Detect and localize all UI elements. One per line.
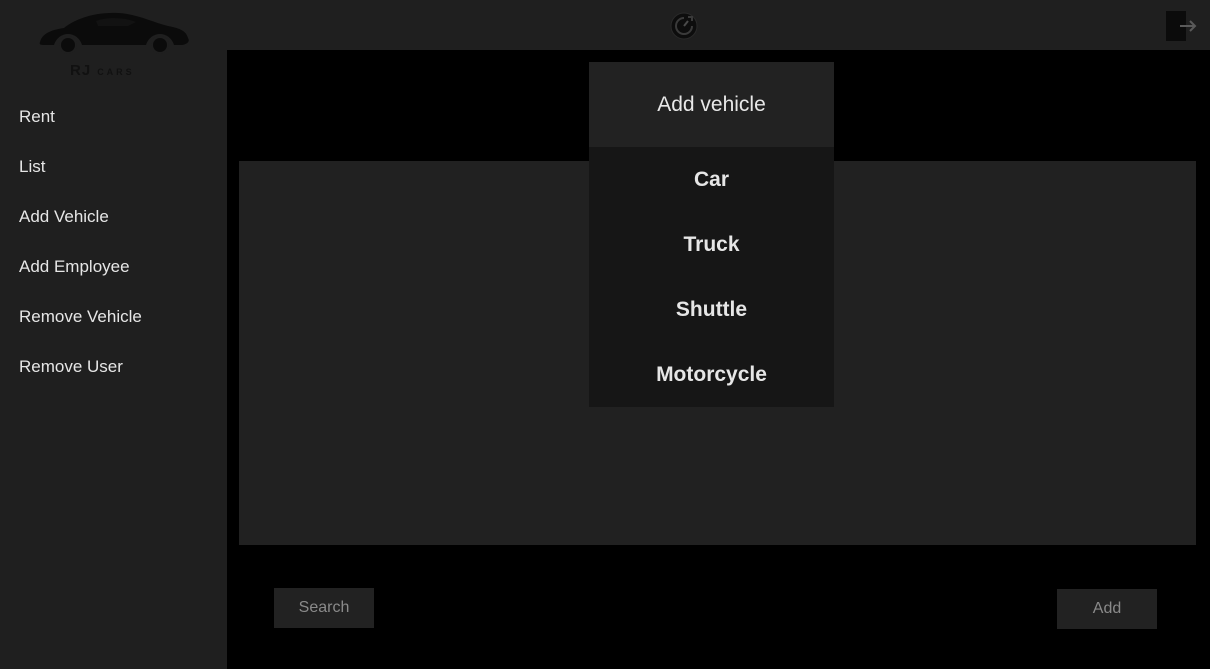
add-vehicle-dropdown: Add vehicle Car Truck Shuttle Motorcycle bbox=[589, 62, 834, 407]
timer-icon[interactable] bbox=[670, 12, 698, 40]
brand-title: RJ bbox=[70, 62, 92, 79]
search-button[interactable]: Search bbox=[274, 588, 374, 628]
sidebar-item-list[interactable]: List bbox=[19, 157, 142, 207]
dropdown-item-truck[interactable]: Truck bbox=[589, 212, 834, 277]
brand-name: RJ CARS bbox=[70, 62, 135, 79]
brand-subtitle: CARS bbox=[97, 67, 135, 77]
sidebar: RJ CARS Rent List Add Vehicle Add Employe… bbox=[0, 0, 227, 669]
car-silhouette-icon bbox=[39, 12, 189, 54]
dropdown-item-shuttle[interactable]: Shuttle bbox=[589, 277, 834, 342]
sidebar-item-add-vehicle[interactable]: Add Vehicle bbox=[19, 207, 142, 257]
dropdown-title[interactable]: Add vehicle bbox=[589, 62, 834, 147]
sidebar-item-remove-vehicle[interactable]: Remove Vehicle bbox=[19, 307, 142, 357]
sidebar-nav: Rent List Add Vehicle Add Employee Remov… bbox=[19, 107, 142, 407]
sidebar-item-remove-user[interactable]: Remove User bbox=[19, 357, 142, 407]
sidebar-item-add-employee[interactable]: Add Employee bbox=[19, 257, 142, 307]
sidebar-item-rent[interactable]: Rent bbox=[19, 107, 142, 157]
logout-icon[interactable] bbox=[1166, 11, 1198, 43]
dropdown-item-car[interactable]: Car bbox=[589, 147, 834, 212]
add-button[interactable]: Add bbox=[1057, 589, 1157, 629]
dropdown-item-motorcycle[interactable]: Motorcycle bbox=[589, 342, 834, 407]
